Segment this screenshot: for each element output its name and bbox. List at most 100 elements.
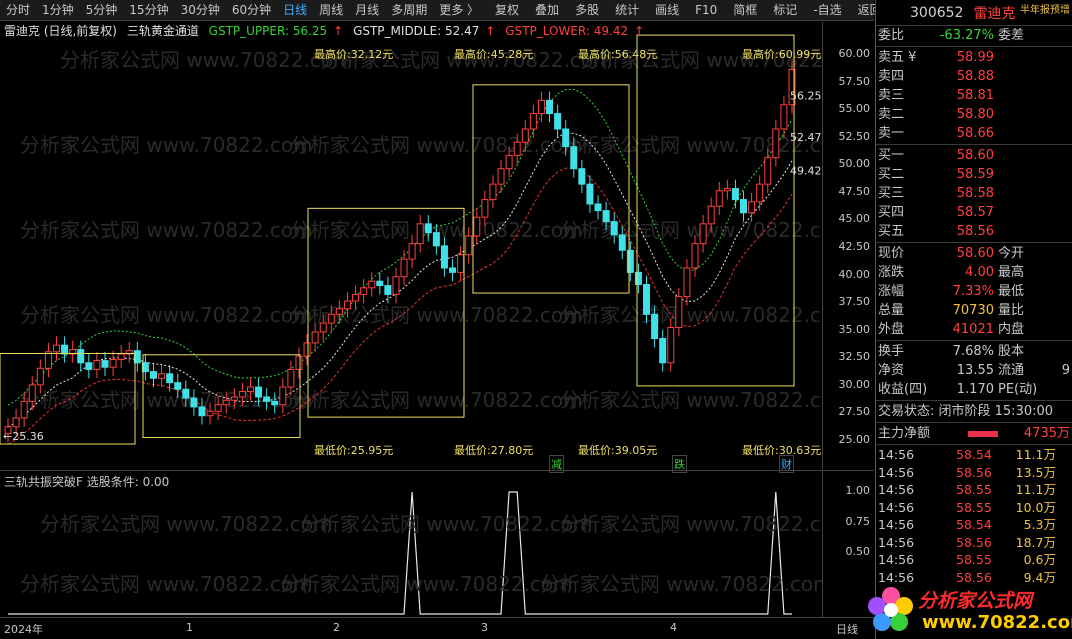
price-tick-13: 27.50 xyxy=(838,405,871,419)
tool-btn-8[interactable]: -自选 xyxy=(807,0,847,21)
period-btn-8[interactable]: 月线 xyxy=(349,0,385,21)
high-price-label-0: 最高价:32.12元 xyxy=(314,48,394,61)
bid-price: 58.58 xyxy=(956,186,994,201)
tick-price: 58.55 xyxy=(956,552,992,567)
tick-list[interactable]: 14:56 58.54 11.1万 14:56 58.56 13.5万 14:56 58.55… xyxy=(876,446,1072,586)
stat-label: 总量 xyxy=(878,303,905,318)
stat-row-3: 总量 70730 量比 xyxy=(876,301,1072,320)
kline-chart[interactable]: 分析家公式网 www.70822.com 分析家公式网 www.70822.com… xyxy=(0,22,874,473)
tick-price: 58.56 xyxy=(956,534,992,550)
date-tick-0: 2024年 xyxy=(4,623,43,636)
period-btn-1[interactable]: 1分钟 xyxy=(36,0,80,21)
indicator-name[interactable]: 三轨黄金通道 xyxy=(127,24,199,38)
date-tick-4: 4 xyxy=(670,621,677,634)
watermark-8: 分析家公式网 www.70822.com xyxy=(560,218,822,242)
tool-btn-7[interactable]: 标记 xyxy=(767,0,803,21)
period-btn-2[interactable]: 5分钟 xyxy=(80,0,124,21)
middle-band-line xyxy=(7,132,793,428)
date-tick-3: 3 xyxy=(481,621,488,634)
period-btn-0[interactable]: 分时 xyxy=(0,0,36,21)
candle-72 xyxy=(586,175,594,213)
ind-watermark-5: 分析家公式网 www.70822.com xyxy=(540,572,822,596)
candle-56 xyxy=(457,245,465,282)
bid-label: 买四 xyxy=(878,205,905,220)
price-tick-9: 37.50 xyxy=(838,295,871,309)
indicator-svg: 分析家公式网 www.70822.com分析家公式网 www.70822.com… xyxy=(8,491,822,615)
ask-row-1[interactable]: 卖四 58.88 xyxy=(876,67,1072,86)
candle-90 xyxy=(731,179,739,209)
lower-arrow: ↑ xyxy=(634,24,645,38)
stat2-value: 7.68% xyxy=(952,344,994,359)
tool-btn-4[interactable]: 画线 xyxy=(649,0,685,21)
stat2-value: 13.55 xyxy=(956,363,994,378)
bid-row-2[interactable]: 买三 58.58 xyxy=(876,184,1072,203)
stat2-label-2: PE(动) xyxy=(998,382,1038,397)
stat-label-2: 量比 xyxy=(998,303,1025,318)
ask-label: 卖二 xyxy=(878,107,905,122)
indicator-legend: 三轨共振突破F 选股条件: 0.00 xyxy=(4,475,170,489)
watermark-0: 分析家公式网 www.70822.com xyxy=(60,48,353,72)
tool-btn-2[interactable]: 多股 xyxy=(569,0,605,21)
stat-label-2: 今开 xyxy=(998,246,1025,261)
candle-8 xyxy=(69,340,77,363)
band-label-2: 49.42 xyxy=(790,165,822,178)
stat2-row-0: 换手 7.68% 股本 xyxy=(876,342,1072,361)
candle-67 xyxy=(546,91,554,123)
tool-btn-3[interactable]: 统计 xyxy=(609,0,645,21)
tick-price: 58.55 xyxy=(956,499,992,515)
ind-watermark-4: 分析家公式网 www.70822.com xyxy=(280,572,573,596)
date-tick-1: 1 xyxy=(186,621,193,634)
mainflow-row[interactable]: 主力净额 4735万 xyxy=(876,424,1072,443)
stat-label-2: 内盘 xyxy=(998,322,1025,337)
period-btn-9[interactable]: 多周期 xyxy=(385,0,433,21)
candle-93 xyxy=(756,175,764,211)
stat2-label: 净资 xyxy=(878,363,905,378)
indicator-pane[interactable]: 分析家公式网 www.70822.com 分析家公式网 www.70822.com… xyxy=(0,470,874,617)
candle-36 xyxy=(295,347,303,379)
bid-label: 买二 xyxy=(878,167,905,182)
ask-label: 卖三 xyxy=(878,88,905,103)
period-btn-4[interactable]: 30分钟 xyxy=(175,0,226,21)
tool-btn-6[interactable]: 简框 xyxy=(727,0,763,21)
watermark-6: 分析家公式网 www.70822.com xyxy=(20,218,313,242)
bid-row-1[interactable]: 买二 58.59 xyxy=(876,165,1072,184)
bid-row-0[interactable]: 买一 58.60 xyxy=(876,146,1072,165)
logo-url: www.70822.com xyxy=(922,612,1072,633)
ask-price: 58.99 xyxy=(956,50,994,65)
tool-btn-0[interactable]: 复权 xyxy=(489,0,525,21)
candle-5 xyxy=(44,342,52,378)
price-tick-7: 42.50 xyxy=(838,240,871,253)
middle-band-label: GSTP_MIDDLE: 52.47 xyxy=(353,24,480,38)
price-tick-1: 57.50 xyxy=(838,74,871,88)
tool-btn-1[interactable]: 叠加 xyxy=(529,0,565,21)
ask-row-3[interactable]: 卖二 58.80 xyxy=(876,105,1072,124)
tick-qty: 11.1万 xyxy=(1015,447,1056,462)
candle-71 xyxy=(578,159,586,193)
period-btn-7[interactable]: 周线 xyxy=(313,0,349,21)
ask-row-2[interactable]: 卖三 58.81 xyxy=(876,86,1072,105)
period-btn-5[interactable]: 60分钟 xyxy=(226,0,277,21)
lower-band-label: GSTP_LOWER: 49.42 xyxy=(505,24,629,38)
tick-qty: 5.3万 xyxy=(1023,517,1056,532)
watermark-14: 分析家公式网 www.70822.com xyxy=(560,388,822,412)
bid-row-3[interactable]: 买四 58.57 xyxy=(876,203,1072,222)
period-btn-6[interactable]: 日线 xyxy=(277,0,313,21)
period-btn-3[interactable]: 15分钟 xyxy=(123,0,174,21)
bid-row-4[interactable]: 买五 58.56 xyxy=(876,222,1072,241)
candle-15 xyxy=(125,341,133,363)
period-btn-10[interactable]: 更多 〉 xyxy=(433,0,485,21)
ask-row-4[interactable]: 卖一 58.66 xyxy=(876,124,1072,143)
ind-watermark-2: 分析家公式网 www.70822.com xyxy=(560,512,822,536)
tool-btn-5[interactable]: F10 xyxy=(689,0,723,21)
date-tick-5[interactable]: 日线 xyxy=(836,621,858,637)
tick-row-2: 14:56 58.55 11.1万 xyxy=(876,481,1072,499)
tick-qty: 10.0万 xyxy=(1015,499,1056,515)
candle-81 xyxy=(659,329,667,372)
candle-55 xyxy=(449,259,457,282)
tick-time: 14:56 xyxy=(878,552,915,567)
ask-row-0[interactable]: 卖五 ¥ 58.99 xyxy=(876,48,1072,67)
stat-label: 涨幅 xyxy=(878,284,905,299)
stat-value: 58.60 xyxy=(956,246,994,261)
stock-tag[interactable]: 半年报预增 xyxy=(1020,1,1070,16)
bid-price: 58.60 xyxy=(956,148,994,163)
